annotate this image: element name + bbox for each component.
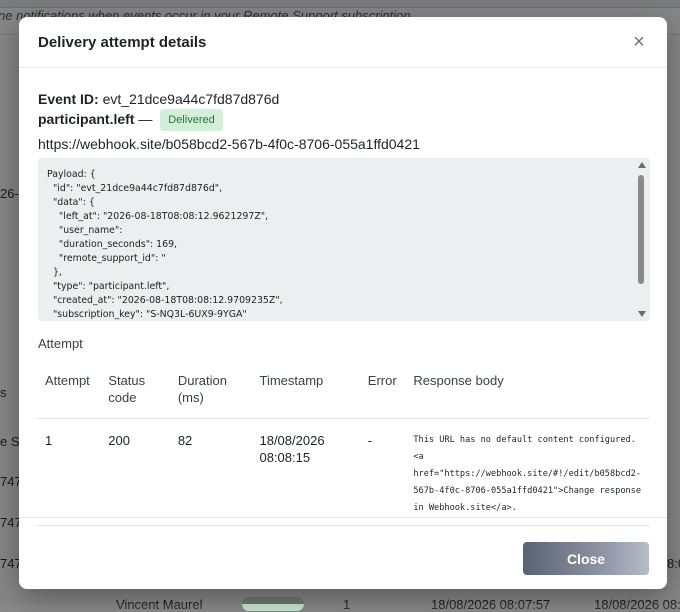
cell-error: -: [359, 418, 406, 526]
scroll-up-arrow-icon[interactable]: [638, 162, 646, 168]
status-badge: Delivered: [160, 109, 223, 131]
table-row: 1 200 82 18/08/2026 08:08:15 - This URL …: [37, 418, 649, 526]
event-id-label: Event ID:: [38, 91, 99, 107]
cell-timestamp: 18/08/2026 08:08:15: [251, 418, 360, 526]
scrollbar-thumb[interactable]: [638, 175, 644, 284]
scroll-down-arrow-icon[interactable]: [638, 311, 646, 317]
payload-viewer[interactable]: Payload: { "id": "evt_21dce9a44c7fd87d87…: [38, 158, 650, 321]
attempts-table: Attempt Status code Duration (ms) Timest…: [37, 362, 649, 526]
close-button[interactable]: Close: [523, 542, 649, 575]
cell-duration: 82: [169, 418, 252, 526]
column-header-error: Error: [359, 362, 406, 419]
payload-text: Payload: { "id": "evt_21dce9a44c7fd87d87…: [47, 169, 283, 320]
payload-scrollbar[interactable]: [634, 158, 650, 321]
table-header-row: Attempt Status code Duration (ms) Timest…: [37, 362, 649, 419]
event-summary: Event ID: evt_21dce9a44c7fd87d876d parti…: [38, 89, 650, 154]
close-icon[interactable]: ×: [628, 31, 650, 53]
delivery-attempt-dialog: Delivery attempt details × Event ID: evt…: [19, 17, 667, 589]
dialog-title: Delivery attempt details: [38, 34, 207, 51]
column-header-status-code: Status code: [100, 362, 170, 419]
cell-response-body: This URL has no default content configur…: [405, 418, 649, 526]
event-id-value: evt_21dce9a44c7fd87d876d: [102, 91, 280, 107]
column-header-duration: Duration (ms): [169, 362, 252, 419]
dialog-footer-divider: [19, 517, 667, 518]
cell-status-code: 200: [100, 418, 170, 526]
event-type: participant.left: [38, 111, 135, 127]
event-type-separator: —: [138, 111, 153, 127]
webhook-url: https://webhook.site/b058bcd2-567b-4f0c-…: [38, 136, 420, 152]
column-header-timestamp: Timestamp: [251, 362, 360, 419]
cell-attempt: 1: [37, 418, 101, 526]
dialog-header: Delivery attempt details ×: [19, 17, 667, 68]
column-header-response-body: Response body: [405, 362, 649, 419]
attempt-section-label: Attempt: [38, 336, 83, 351]
column-header-attempt: Attempt: [37, 362, 101, 419]
event-type-row: participant.left — Delivered: [38, 109, 650, 131]
event-id-row: Event ID: evt_21dce9a44c7fd87d876d: [38, 89, 650, 109]
